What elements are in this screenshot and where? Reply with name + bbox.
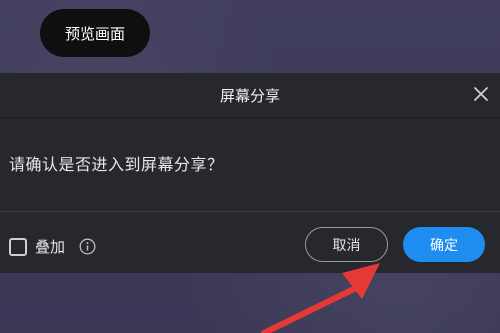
overlay-option[interactable]: 叠加 [9,236,96,257]
screen-share-dialog: 屏幕分享 请确认是否进入到屏幕分享？ 叠加 取消 确定 [0,73,500,273]
overlay-label: 叠加 [35,238,66,256]
confirm-button-label: 确定 [430,237,458,254]
preview-pill[interactable]: 预览画面 [40,9,150,57]
cancel-button-label: 取消 [332,237,361,254]
info-icon[interactable] [79,238,96,255]
close-icon[interactable] [471,84,491,104]
dialog-message: 请确认是否进入到屏幕分享？ [9,155,224,174]
confirm-button[interactable]: 确定 [403,227,485,262]
dialog-title: 屏幕分享 [219,86,280,105]
red-arrow-annotation [261,263,380,333]
preview-label: 预览画面 [64,24,125,43]
overlay-checkbox[interactable] [9,237,27,256]
dialog-header: 屏幕分享 [0,73,500,118]
